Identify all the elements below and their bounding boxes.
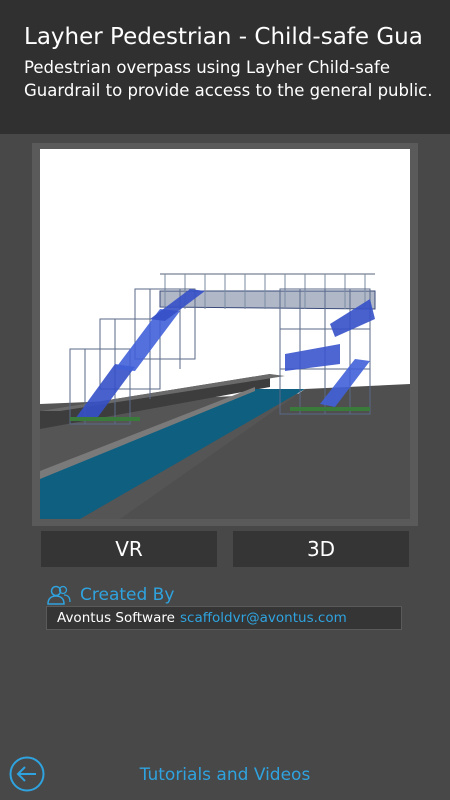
author-email-link[interactable]: scaffoldvr@avontus.com xyxy=(180,607,347,629)
tutorials-link[interactable]: Tutorials and Videos xyxy=(0,763,450,787)
page-description: Pedestrian overpass using Layher Child-s… xyxy=(24,58,433,100)
vr-button[interactable]: VR xyxy=(41,531,217,567)
created-by-label: Created By xyxy=(80,585,175,605)
header: Layher Pedestrian - Child-safe Gua Pedes… xyxy=(0,0,450,134)
scaffold-3d-render xyxy=(40,273,410,519)
author-row: Avontus Software scaffoldvr@avontus.com xyxy=(46,606,402,630)
page-title: Layher Pedestrian - Child-safe Gua xyxy=(24,24,423,50)
3d-button[interactable]: 3D xyxy=(233,531,409,567)
users-icon xyxy=(47,585,71,605)
scaffold-preview-image[interactable] xyxy=(40,149,410,519)
author-name: Avontus Software xyxy=(57,610,175,626)
